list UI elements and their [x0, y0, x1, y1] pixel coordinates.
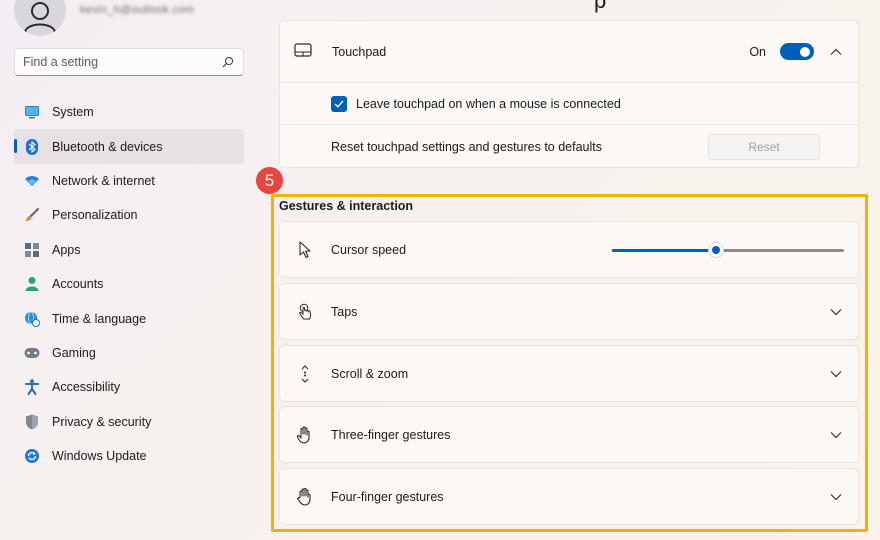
chevron-down-icon[interactable] [828, 366, 844, 382]
sidebar-item-windows-update[interactable]: Windows Update [14, 439, 244, 473]
cursor-speed-slider[interactable] [612, 242, 844, 258]
avatar[interactable] [14, 0, 66, 36]
sidebar-item-system[interactable]: System [14, 95, 244, 129]
cursor-speed-row: Cursor speed [279, 221, 859, 278]
hand-three-icon [296, 426, 314, 444]
accessibility-icon [24, 379, 40, 396]
touchpad-card: Touchpad On Leave touchpad on when a mou… [279, 20, 859, 168]
chevron-down-icon[interactable] [828, 304, 844, 320]
four-finger-label: Four-finger gestures [331, 489, 444, 504]
wifi-icon [24, 173, 40, 189]
taps-label: Taps [331, 304, 358, 319]
slider-thumb[interactable] [709, 242, 724, 257]
sidebar-item-label: Network & internet [52, 173, 155, 188]
chevron-down-icon[interactable] [828, 427, 844, 443]
sidebar-item-label: Time & language [52, 311, 147, 326]
reset-button[interactable]: Reset [708, 134, 820, 160]
sidebar-item-gaming[interactable]: Gaming [14, 336, 244, 370]
annotation-step-badge: 5 [256, 167, 283, 194]
reset-label: Reset touchpad settings and gestures to … [331, 140, 603, 154]
tap-icon [296, 303, 314, 321]
chevron-down-icon[interactable] [828, 489, 844, 505]
monitor-icon [24, 104, 40, 120]
search-icon[interactable] [221, 55, 235, 69]
sidebar-item-label: Privacy & security [52, 414, 152, 429]
touchpad-title: Touchpad [332, 44, 387, 59]
touchpad-toggle[interactable] [780, 43, 814, 60]
cursor-speed-label: Cursor speed [331, 242, 407, 257]
sidebar-item-label: Gaming [52, 345, 96, 360]
four-finger-row[interactable]: Four-finger gestures [279, 468, 859, 525]
sidebar-item-label: System [52, 105, 94, 120]
person-icon [24, 2, 56, 33]
check-icon [334, 100, 344, 108]
sidebar-item-apps[interactable]: Apps [14, 233, 244, 267]
sidebar-item-time-language[interactable]: Time & language [14, 301, 244, 335]
toggle-state-label: On [749, 44, 766, 59]
reset-row: Reset touchpad settings and gestures to … [280, 125, 858, 169]
touchpad-icon [294, 43, 312, 60]
gamepad-icon [24, 345, 40, 361]
sidebar-item-label: Windows Update [52, 449, 147, 464]
account-email: kevin_h@outlook.com [80, 4, 195, 16]
sidebar-item-accounts[interactable]: Accounts [14, 267, 244, 301]
brush-icon [24, 207, 40, 223]
sidebar-item-label: Personalization [52, 208, 138, 223]
shield-icon [24, 414, 40, 430]
scroll-zoom-row[interactable]: Scroll & zoom [279, 345, 859, 402]
leave-touchpad-on-label: Leave touchpad on when a mouse is connec… [356, 96, 621, 111]
leave-touchpad-on-checkbox[interactable] [331, 95, 347, 112]
sidebar-item-label: Apps [52, 242, 81, 257]
sidebar-item-label: Accessibility [52, 380, 121, 395]
sidebar-item-label: Accounts [52, 277, 104, 292]
scroll-zoom-label: Scroll & zoom [331, 366, 409, 381]
sidebar-item-privacy-security[interactable]: Privacy & security [14, 405, 244, 439]
leave-touchpad-on-row: Leave touchpad on when a mouse is connec… [280, 83, 858, 125]
gestures-section-title: Gestures & interaction [279, 199, 414, 213]
scroll-icon [296, 364, 314, 383]
globe-clock-icon [24, 311, 40, 327]
three-finger-row[interactable]: Three-finger gestures [279, 406, 859, 463]
cursor-arrow-icon [296, 240, 314, 259]
slider-fill [612, 248, 717, 252]
sidebar-nav: System Bluetooth & devices Network & int… [14, 95, 244, 473]
taps-row[interactable]: Taps [279, 283, 859, 340]
sidebar-item-network[interactable]: Network & internet [14, 164, 244, 198]
chevron-up-icon[interactable] [828, 44, 844, 60]
person-icon [24, 276, 40, 292]
page-title-fragment: p [594, 0, 607, 13]
sidebar-item-personalization[interactable]: Personalization [14, 198, 244, 232]
update-icon [24, 448, 40, 464]
search-input[interactable] [23, 55, 221, 69]
search-box[interactable] [14, 48, 244, 76]
apps-icon [24, 242, 40, 258]
sidebar-item-accessibility[interactable]: Accessibility [14, 370, 244, 404]
sidebar-item-bluetooth-devices[interactable]: Bluetooth & devices [14, 129, 244, 164]
hand-four-icon [296, 487, 314, 506]
touchpad-header[interactable]: Touchpad On [280, 21, 858, 83]
bluetooth-icon [24, 138, 40, 155]
sidebar-item-label: Bluetooth & devices [52, 139, 163, 154]
three-finger-label: Three-finger gestures [331, 427, 451, 442]
